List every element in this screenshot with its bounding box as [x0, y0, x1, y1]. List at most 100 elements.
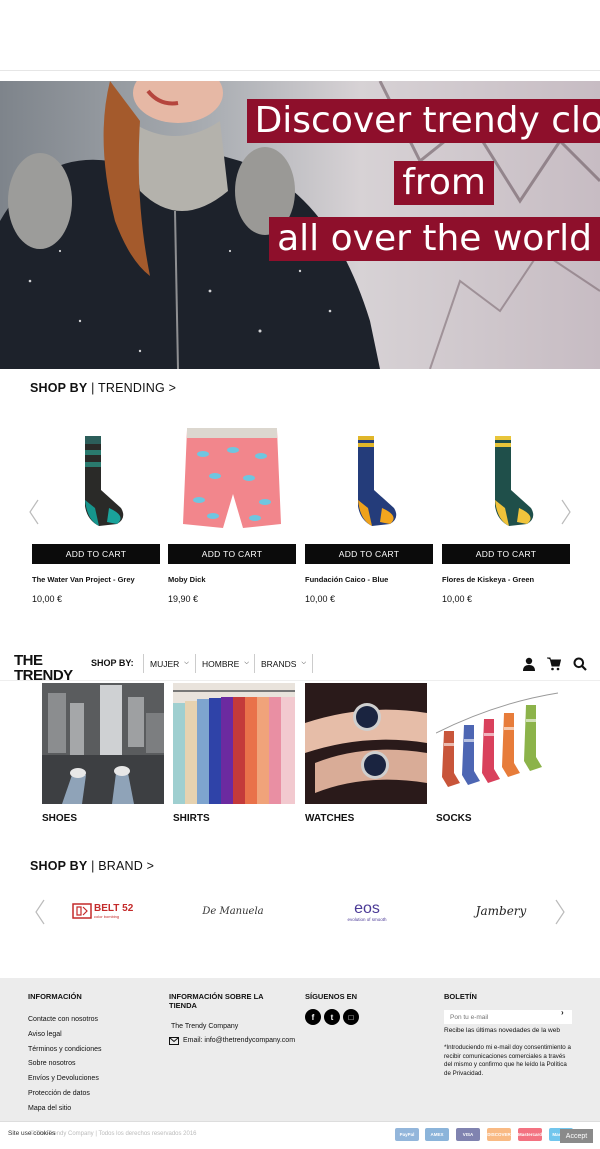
nav-item-label: BRANDS	[261, 658, 297, 669]
nav-item-brands[interactable]: BRANDS ⌵	[254, 654, 313, 673]
store-name: The Trendy Company	[171, 1023, 239, 1030]
product-image[interactable]	[32, 422, 160, 534]
product-name[interactable]: Fundación Caico - Blue	[305, 575, 433, 585]
footer-link[interactable]: Mapa del sitio	[28, 1102, 102, 1117]
category-label[interactable]: WATCHES	[305, 813, 427, 824]
category-shoes[interactable]: SHOES	[42, 683, 164, 824]
product-image[interactable]	[305, 422, 433, 534]
footer-link[interactable]: Términos y condiciones	[28, 1043, 102, 1058]
store-email-row[interactable]: Email: info@thetrendycompany.com	[169, 1034, 295, 1048]
product-price: 10,00 €	[442, 594, 473, 604]
store-email[interactable]: Email: info@thetrendycompany.com	[183, 1034, 295, 1048]
chevron-down-icon: ⌵	[301, 660, 306, 666]
shop-by-brand-heading[interactable]: SHOP BY | BRAND >	[30, 859, 154, 873]
product-card[interactable]: ADD TO CART The Water Van Project - Grey…	[32, 422, 160, 612]
brand-name: De Manuela	[202, 905, 264, 917]
visa-icon: VISA	[456, 1128, 480, 1141]
add-to-cart-button[interactable]: ADD TO CART	[168, 544, 296, 564]
footer-link[interactable]: Sobre nosotros	[28, 1057, 102, 1072]
bottom-bar: © The Trendy Company | Todos los derecho…	[0, 1121, 600, 1149]
product-card[interactable]: ADD TO CART Moby Dick 19,90 €	[168, 422, 296, 612]
nav-item-label: HOMBRE	[202, 658, 240, 669]
footer-link[interactable]: Aviso legal	[28, 1028, 102, 1043]
mastercard-icon: Mastercard	[518, 1128, 542, 1141]
brand-logo-eos[interactable]: eos evolution of smooth	[334, 898, 400, 924]
newsletter-consent-note: *Introduciendo mi e-mail doy consentimie…	[444, 1044, 571, 1077]
site-logo[interactable]: THE TRENDY COMPANY	[14, 653, 74, 689]
nav-item-hombre[interactable]: HOMBRE ⌵	[195, 654, 255, 673]
footer-info-links: Contacte con nosotros Aviso legal Términ…	[28, 1013, 102, 1117]
page: Discover trendy cloth from all over the …	[0, 0, 600, 1149]
product-price: 10,00 €	[32, 594, 63, 604]
logo-wordmark: THE TRENDY	[14, 652, 73, 684]
category-label[interactable]: SHIRTS	[173, 813, 295, 824]
product-name[interactable]: Flores de Kiskeya - Green	[442, 575, 570, 585]
shop-by-label: SHOP BY	[30, 381, 88, 395]
twitter-icon[interactable]: t	[324, 1009, 340, 1025]
newsletter-description: Recibe las últimas novedades de la web	[444, 1027, 560, 1034]
brand-link[interactable]: BRAND >	[98, 859, 154, 873]
cookie-notice-text: Site use cookies	[8, 1130, 56, 1137]
brand-logo-belt52[interactable]: BELT 52 color bombing	[72, 898, 134, 924]
heading-separator: |	[87, 859, 99, 873]
brand-tagline: evolution of smooth	[347, 916, 387, 922]
category-image[interactable]	[42, 683, 164, 804]
user-icon[interactable]	[522, 657, 536, 671]
social-links: f t □	[305, 1009, 359, 1025]
hero-banner[interactable]: Discover trendy cloth from all over the …	[0, 81, 600, 369]
brand-carousel-next-icon[interactable]	[555, 899, 565, 925]
footer-store-info: The Trendy Company Email: info@thetrendy…	[169, 1020, 295, 1048]
category-image[interactable]	[305, 683, 427, 804]
footer-link[interactable]: Envíos y Devoluciones	[28, 1072, 102, 1087]
category-socks[interactable]: SOCKS	[436, 683, 558, 824]
product-name[interactable]: Moby Dick	[168, 575, 296, 585]
hero-headline-line-2: from	[394, 161, 494, 205]
brand-logo-jambery[interactable]: Jambery	[468, 898, 534, 924]
facebook-icon[interactable]: f	[305, 1009, 321, 1025]
product-image[interactable]	[168, 422, 296, 534]
hero-headline-line-3: all over the world	[269, 217, 600, 261]
category-label[interactable]: SHOES	[42, 813, 164, 824]
shop-by-trending-heading[interactable]: SHOP BY | TRENDING >	[30, 381, 176, 395]
discover-icon: DISCOVER	[487, 1128, 511, 1141]
heading-separator: |	[87, 381, 99, 395]
category-image[interactable]	[173, 683, 295, 804]
product-card[interactable]: ADD TO CART Flores de Kiskeya - Green 10…	[442, 422, 570, 612]
category-shirts[interactable]: SHIRTS	[173, 683, 295, 824]
hero-headline-line-1: Discover trendy cloth	[246, 99, 600, 143]
brand-name: Jambery	[475, 904, 527, 918]
chevron-down-icon: ⌵	[244, 660, 249, 666]
chevron-right-icon[interactable]: ›	[561, 1008, 564, 1017]
cart-icon[interactable]	[547, 657, 562, 671]
amex-icon: AMEX	[425, 1128, 449, 1141]
product-price: 10,00 €	[305, 594, 336, 604]
product-image[interactable]	[442, 422, 570, 534]
product-name[interactable]: The Water Van Project - Grey	[32, 575, 160, 585]
newsletter-email-input[interactable]	[444, 1010, 572, 1024]
footer-info-heading: INFORMACIÓN	[28, 992, 82, 1001]
product-card[interactable]: ADD TO CART Fundación Caico - Blue 10,00…	[305, 422, 433, 612]
chevron-down-icon: ⌵	[184, 660, 189, 666]
brand-name: BELT 52	[94, 903, 134, 914]
category-label[interactable]: SOCKS	[436, 813, 558, 824]
brand-logo-de-manuela[interactable]: De Manuela	[200, 898, 266, 924]
top-header-area	[0, 0, 600, 71]
footer-link[interactable]: Protección de datos	[28, 1087, 102, 1102]
add-to-cart-button[interactable]: ADD TO CART	[32, 544, 160, 564]
trending-link[interactable]: TRENDING >	[98, 381, 176, 395]
footer-newsletter-column: BOLETÍN › Recibe las últimas novedades d…	[444, 992, 574, 1078]
search-icon[interactable]	[573, 657, 587, 671]
shop-by-label: SHOP BY	[30, 859, 88, 873]
footer-follow-heading: SÍGUENOS EN	[305, 992, 358, 1001]
main-nav-bar: THE TRENDY COMPANY SHOP BY: MUJER ⌵ HOMBR…	[0, 645, 600, 689]
brand-carousel-prev-icon[interactable]	[35, 899, 45, 925]
instagram-icon[interactable]: □	[343, 1009, 359, 1025]
add-to-cart-button[interactable]: ADD TO CART	[442, 544, 570, 564]
nav-item-mujer[interactable]: MUJER ⌵	[143, 654, 195, 673]
accept-cookies-button[interactable]: Accept	[560, 1129, 593, 1143]
envelope-icon	[169, 1037, 179, 1045]
category-image[interactable]	[436, 683, 558, 804]
footer-link[interactable]: Contacte con nosotros	[28, 1013, 102, 1028]
add-to-cart-button[interactable]: ADD TO CART	[305, 544, 433, 564]
category-watches[interactable]: WATCHES	[305, 683, 427, 824]
